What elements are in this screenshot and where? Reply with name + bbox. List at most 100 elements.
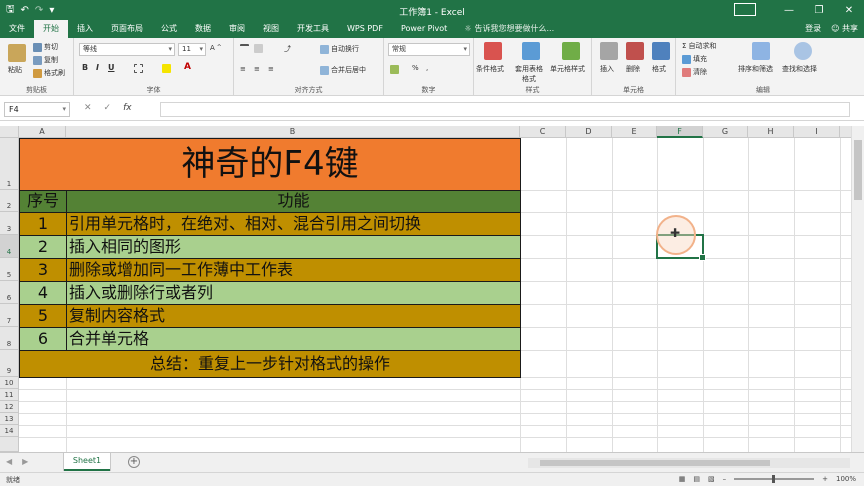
- item-text-cell[interactable]: 插入相同的图形: [66, 235, 521, 259]
- login-link[interactable]: 登录: [805, 20, 821, 38]
- row-header-5[interactable]: 5: [0, 258, 19, 281]
- name-box[interactable]: F4: [4, 102, 70, 117]
- formula-input[interactable]: [160, 102, 850, 117]
- insert-function-icon[interactable]: fx: [123, 103, 132, 113]
- horizontal-scroll-thumb[interactable]: [540, 460, 770, 466]
- column-header-f[interactable]: F: [657, 126, 703, 138]
- zoom-in-button[interactable]: +: [822, 475, 828, 483]
- column-header-c[interactable]: C: [520, 126, 566, 138]
- item-number-cell[interactable]: 6: [19, 327, 67, 351]
- row-header-4[interactable]: 4: [0, 235, 19, 258]
- row-header-15[interactable]: [0, 437, 19, 452]
- align-center-button[interactable]: ≡: [254, 65, 260, 73]
- row-header-13[interactable]: 13: [0, 413, 19, 425]
- minimize-button[interactable]: —: [774, 0, 804, 20]
- item-number-cell[interactable]: 3: [19, 258, 67, 282]
- item-text-cell[interactable]: 引用单元格时，在绝对、相对、混合引用之间切换: [66, 212, 521, 236]
- font-color-button[interactable]: A: [184, 62, 191, 72]
- row-header-1[interactable]: 1: [0, 138, 19, 190]
- borders-button[interactable]: [134, 64, 143, 73]
- zoom-slider[interactable]: [734, 475, 815, 483]
- column-header-h[interactable]: H: [748, 126, 794, 138]
- row-header-2[interactable]: 2: [0, 190, 19, 212]
- tell-me-box[interactable]: ☼ 告诉我您想要做什么...: [456, 20, 562, 38]
- tab-insert[interactable]: 插入: [68, 20, 102, 38]
- item-text-cell[interactable]: 复制内容格式: [66, 304, 521, 328]
- select-all-button[interactable]: [0, 126, 19, 138]
- orientation-button[interactable]: ⤴: [284, 44, 291, 54]
- align-middle-button[interactable]: [254, 44, 263, 53]
- column-header-e[interactable]: E: [612, 126, 657, 138]
- font-name-select[interactable]: 等线: [79, 43, 175, 56]
- tab-formulas[interactable]: 公式: [152, 20, 186, 38]
- percent-button[interactable]: %: [412, 64, 419, 72]
- add-sheet-icon[interactable]: +: [128, 456, 140, 468]
- tab-data[interactable]: 数据: [186, 20, 220, 38]
- column-header-g[interactable]: G: [703, 126, 748, 138]
- column-header-a[interactable]: A: [19, 126, 66, 138]
- save-icon[interactable]: 🖫: [6, 2, 15, 19]
- tab-review[interactable]: 审阅: [220, 20, 254, 38]
- column-header-i[interactable]: I: [794, 126, 840, 138]
- row-header-12[interactable]: 12: [0, 401, 19, 413]
- conditional-format-button[interactable]: 条件格式: [476, 64, 504, 74]
- copy-button[interactable]: 复制: [33, 55, 58, 65]
- sort-filter-button[interactable]: 排序和筛选: [738, 64, 773, 74]
- delete-cells-button[interactable]: 删除: [626, 64, 640, 74]
- format-painter-button[interactable]: 格式刷: [33, 68, 65, 78]
- row-header-14[interactable]: 14: [0, 425, 19, 437]
- row-header-9[interactable]: 9: [0, 350, 19, 377]
- summary-cell[interactable]: 总结：重复上一步针对格式的操作: [19, 350, 521, 378]
- tab-file[interactable]: 文件: [0, 20, 34, 38]
- item-text-cell[interactable]: 删除或增加同一工作薄中工作表: [66, 258, 521, 282]
- underline-button[interactable]: U: [108, 63, 115, 72]
- fill-button[interactable]: 填充: [682, 54, 707, 64]
- align-top-button[interactable]: [240, 44, 249, 53]
- format-cells-button[interactable]: 格式: [652, 64, 666, 74]
- table-format-button[interactable]: 套用表格格式: [512, 64, 546, 84]
- merge-center-button[interactable]: 合并后居中: [320, 65, 366, 75]
- item-number-cell[interactable]: 5: [19, 304, 67, 328]
- grow-font-button[interactable]: A ^: [210, 44, 222, 52]
- align-left-button[interactable]: ≡: [240, 65, 246, 73]
- fill-color-button[interactable]: [162, 64, 171, 73]
- tab-wps-pdf[interactable]: WPS PDF: [338, 20, 392, 38]
- autosum-button[interactable]: Σ 自动求和: [682, 41, 716, 51]
- table-title-cell[interactable]: 神奇的F4键: [19, 138, 521, 191]
- share-button[interactable]: ☺ 共享: [831, 20, 858, 38]
- align-right-button[interactable]: ≡: [268, 65, 274, 73]
- column-header-b[interactable]: B: [66, 126, 520, 138]
- tab-power-pivot[interactable]: Power Pivot: [392, 20, 456, 38]
- horizontal-scrollbar[interactable]: [528, 458, 850, 468]
- paste-icon[interactable]: [8, 44, 26, 62]
- tab-developer[interactable]: 开发工具: [288, 20, 338, 38]
- vertical-scrollbar[interactable]: [851, 126, 864, 452]
- header-number-cell[interactable]: 序号: [19, 190, 67, 213]
- font-size-select[interactable]: 11: [178, 43, 206, 56]
- customize-icon[interactable]: ▾: [49, 5, 54, 16]
- maximize-button[interactable]: ❐: [804, 0, 834, 20]
- page-break-view-icon[interactable]: ▧: [708, 475, 715, 483]
- row-header-6[interactable]: 6: [0, 281, 19, 304]
- cut-button[interactable]: 剪切: [33, 42, 58, 52]
- column-header-d[interactable]: D: [566, 126, 612, 138]
- tab-view[interactable]: 视图: [254, 20, 288, 38]
- normal-view-icon[interactable]: ▦: [679, 475, 686, 483]
- vertical-scroll-thumb[interactable]: [854, 140, 862, 200]
- clear-button[interactable]: 清除: [682, 67, 707, 77]
- item-number-cell[interactable]: 2: [19, 235, 67, 259]
- row-header-8[interactable]: 8: [0, 327, 19, 350]
- header-function-cell[interactable]: 功能: [66, 190, 521, 213]
- wrap-text-button[interactable]: 自动换行: [320, 44, 359, 54]
- item-text-cell[interactable]: 插入或删除行或者列: [66, 281, 521, 305]
- italic-button[interactable]: I: [96, 63, 99, 72]
- worksheet-grid[interactable]: A B C D E F G H I 1 2 3 4 5 6 7 8 9 10 1…: [0, 126, 864, 452]
- paste-button[interactable]: 粘贴: [8, 65, 22, 75]
- item-number-cell[interactable]: 4: [19, 281, 67, 305]
- row-header-7[interactable]: 7: [0, 304, 19, 327]
- zoom-level[interactable]: 100%: [836, 475, 856, 483]
- next-sheet-icon[interactable]: ▶: [22, 457, 28, 466]
- insert-cells-button[interactable]: 插入: [600, 64, 614, 74]
- page-layout-view-icon[interactable]: ▤: [693, 475, 700, 483]
- comma-button[interactable]: ,: [426, 64, 428, 72]
